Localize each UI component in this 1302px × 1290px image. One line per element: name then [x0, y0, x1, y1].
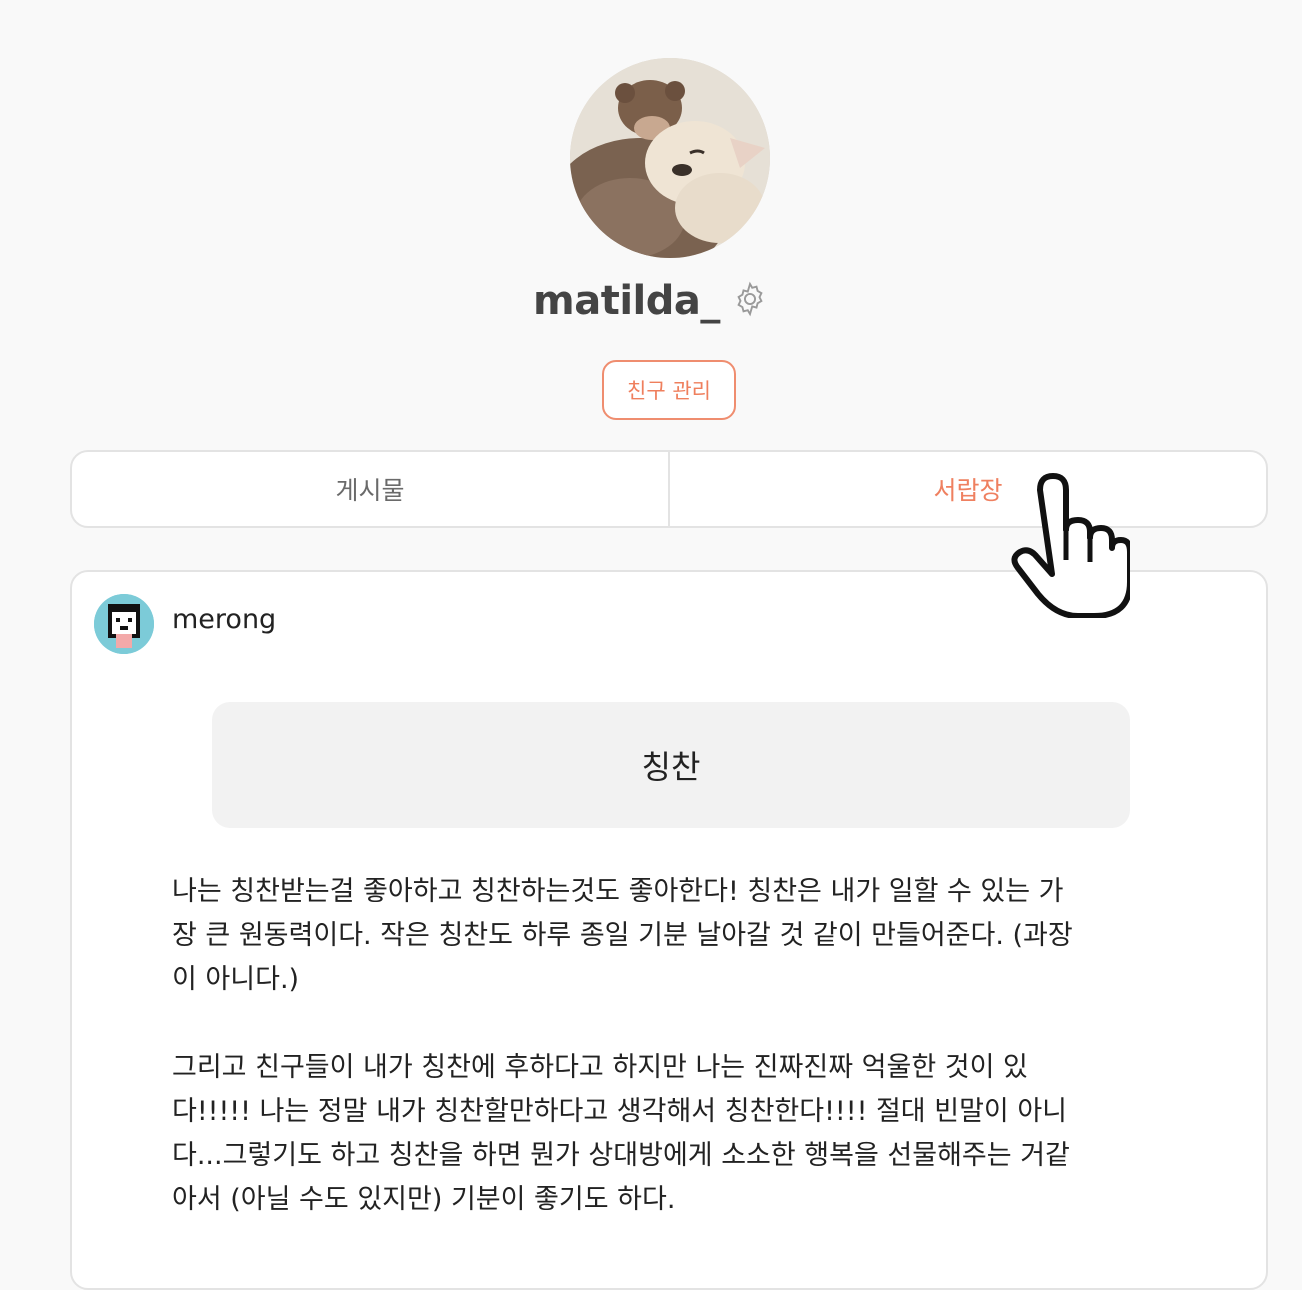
friend-manage-button[interactable]: 친구 관리: [602, 360, 736, 420]
author-avatar[interactable]: [94, 594, 154, 654]
username: matilda_: [533, 278, 720, 324]
post-topic: 칭찬: [212, 702, 1130, 828]
author-name[interactable]: merong: [172, 604, 276, 635]
post-paragraph: 나는 칭찬받는걸 좋아하고 칭찬하는것도 좋아한다! 칭찬은 내가 일할 수 있…: [172, 876, 1073, 995]
tab-drawer[interactable]: 서랍장: [668, 452, 1266, 526]
username-row: matilda_: [0, 278, 1302, 324]
tab-posts[interactable]: 게시물: [72, 452, 668, 526]
post-body: 나는 칭찬받는걸 좋아하고 칭찬하는것도 좋아한다! 칭찬은 내가 일할 수 있…: [172, 870, 1172, 1266]
hand-pointer-icon: [1000, 470, 1133, 619]
post-card: merong 칭찬 나는 칭찬받는걸 좋아하고 칭찬하는것도 좋아한다! 칭찬은…: [70, 570, 1268, 1290]
profile-avatar: [570, 58, 770, 258]
post-paragraph: 그리고 친구들이 내가 칭찬에 후하다고 하지만 나는 진짜진짜 억울한 것이 …: [172, 1052, 1070, 1215]
gear-icon[interactable]: [731, 280, 769, 318]
